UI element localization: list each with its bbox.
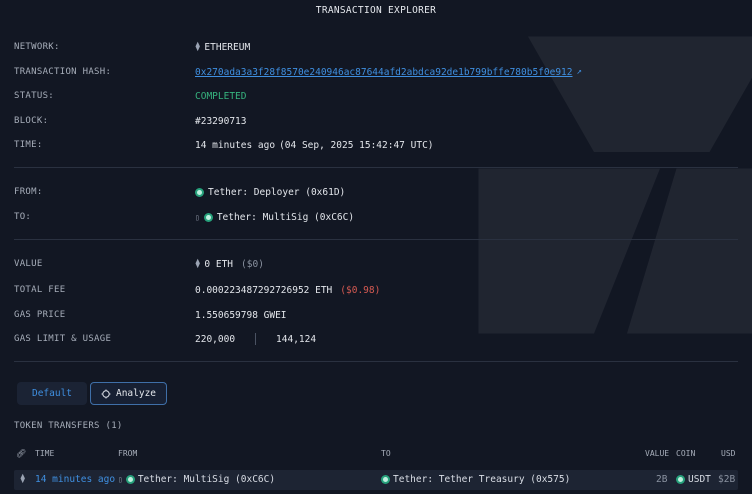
- tether-icon: [125, 475, 135, 484]
- status-row: STATUS: COMPLETED: [14, 89, 738, 103]
- tether-icon: [195, 187, 204, 197]
- document-icon: ▯: [195, 212, 200, 222]
- status-label: STATUS:: [14, 91, 55, 101]
- fee-row: TOTAL FEE 0.000223487292726952 ETH ($0.9…: [14, 283, 738, 297]
- gas-price-label: GAS PRICE: [14, 310, 66, 320]
- column-from: FROM: [118, 449, 138, 458]
- column-coin: COIN: [676, 449, 696, 458]
- link-icon: 🔗︎: [16, 449, 27, 458]
- transfer-usd: $2B: [718, 474, 736, 485]
- value-amount: 0 ETH: [204, 258, 234, 270]
- analyze-button-label: Analyze: [115, 388, 157, 399]
- analyze-button[interactable]: Analyze: [90, 382, 167, 405]
- block-value: #23290713: [195, 115, 247, 127]
- block-label: BLOCK:: [14, 116, 49, 126]
- transfer-coin: USDT: [688, 474, 711, 485]
- fee-label: TOTAL FEE: [14, 285, 66, 295]
- time-exact: (04 Sep, 2025 15:42:47 UTC): [279, 139, 434, 151]
- document-icon: ▯: [118, 475, 123, 484]
- transfer-time-link[interactable]: 14 minutes ago: [35, 474, 115, 485]
- gas-limit-value: 220,000: [195, 333, 236, 345]
- column-value: VALUE: [645, 449, 670, 458]
- block-row: BLOCK: #23290713: [14, 114, 738, 128]
- table-row[interactable]: ⧫ 14 minutes ago ▯ Tether: MultiSig (0xC…: [14, 470, 738, 490]
- fee-amount: 0.000223487292726952 ETH: [195, 284, 333, 296]
- value-label: VALUE: [14, 259, 43, 269]
- time-row: TIME: 14 minutes ago (04 Sep, 2025 15:42…: [14, 138, 738, 152]
- tether-icon: [203, 212, 213, 222]
- gas-usage-value: 144,124: [276, 333, 317, 345]
- transfer-from[interactable]: Tether: MultiSig (0xC6C): [138, 474, 275, 485]
- network-label: NETWORK:: [14, 42, 60, 52]
- page-title: TRANSACTION EXPLORER: [315, 5, 437, 16]
- gas-price-row: GAS PRICE 1.550659798 GWEI: [14, 308, 738, 322]
- network-value: ETHEREUM: [204, 41, 251, 53]
- column-usd: USD: [721, 449, 736, 458]
- time-relative: 14 minutes ago: [195, 139, 276, 151]
- transaction-hash-link[interactable]: 0x270ada3a3f28f8570e240946ac87644afd2abd…: [195, 67, 573, 78]
- ethereum-icon: ⧫: [20, 474, 26, 484]
- column-to: TO: [381, 449, 391, 458]
- time-label: TIME:: [14, 140, 43, 150]
- value-row: VALUE ⧫ 0 ETH ($0): [14, 257, 738, 271]
- default-view-button[interactable]: Default: [17, 382, 87, 405]
- column-time: TIME: [35, 449, 55, 458]
- tether-icon: [381, 475, 390, 484]
- from-row: FROM: Tether: Deployer (0x61D): [14, 185, 738, 199]
- token-transfers-title: TOKEN TRANSFERS (1): [14, 421, 123, 431]
- from-label: FROM:: [14, 187, 43, 197]
- tether-icon: [676, 475, 685, 484]
- value-usd: ($0): [241, 258, 264, 270]
- divider: [255, 333, 257, 345]
- gas-limit-row: GAS LIMIT & USAGE 220,000 144,124: [14, 332, 738, 346]
- to-row: TO: ▯ Tether: MultiSig (0xC6C): [14, 210, 738, 224]
- network-row: NETWORK: ⧫ ETHEREUM: [14, 40, 738, 54]
- divider: [14, 167, 738, 168]
- ethereum-icon: ⧫: [195, 42, 201, 52]
- fee-usd: ($0.98): [340, 284, 381, 296]
- divider: [14, 239, 738, 240]
- divider: [14, 361, 738, 362]
- hash-label: TRANSACTION HASH:: [14, 67, 112, 77]
- from-address[interactable]: Tether: Deployer (0x61D): [208, 187, 345, 198]
- ethereum-icon: ⧫: [195, 259, 201, 269]
- gas-limit-label: GAS LIMIT & USAGE: [14, 334, 112, 344]
- transfer-value: 2B: [656, 474, 668, 485]
- external-link-icon[interactable]: ↗: [577, 67, 582, 77]
- gas-price-value: 1.550659798 GWEI: [195, 309, 287, 321]
- default-button-label: Default: [31, 388, 73, 399]
- to-address[interactable]: Tether: MultiSig (0xC6C): [217, 212, 354, 223]
- transfer-to[interactable]: Tether: Tether Treasury (0x575): [393, 474, 570, 485]
- token-transfers-header: 🔗︎ TIME FROM TO VALUE COIN USD: [14, 449, 738, 461]
- status-badge: COMPLETED: [195, 90, 247, 102]
- analyze-icon: [101, 389, 111, 398]
- hash-row: TRANSACTION HASH: 0x270ada3a3f28f8570e24…: [14, 65, 738, 79]
- to-label: TO:: [14, 212, 32, 222]
